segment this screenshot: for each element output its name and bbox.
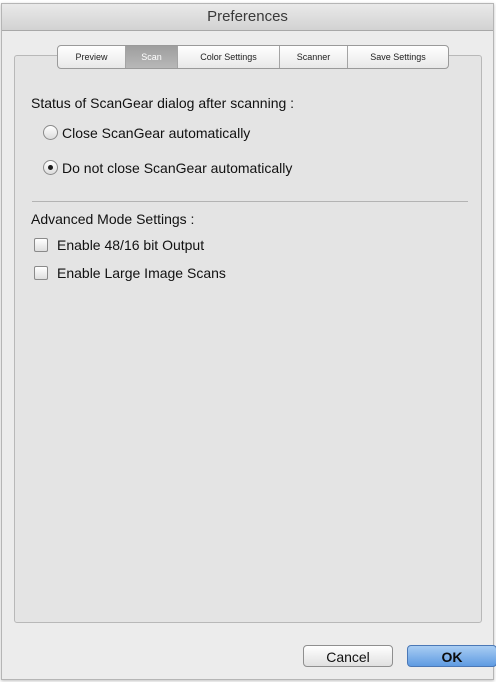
status-heading: Status of ScanGear dialog after scanning… (31, 95, 295, 111)
close-automatically-radio[interactable] (43, 125, 58, 140)
section-divider (32, 201, 468, 202)
enable-48-16-bit-label[interactable]: Enable 48/16 bit Output (57, 237, 204, 253)
preferences-window: Preferences Preview Scan Color Settings … (1, 3, 496, 680)
tab-color-settings[interactable]: Color Settings (178, 46, 280, 68)
do-not-close-radio[interactable] (43, 160, 58, 175)
ok-button[interactable]: OK (407, 645, 496, 667)
tab-save-settings[interactable]: Save Settings (348, 46, 448, 68)
enable-large-image-scans-checkbox[interactable] (34, 266, 48, 280)
enable-48-16-bit-checkbox[interactable] (34, 238, 48, 252)
advanced-heading: Advanced Mode Settings : (31, 211, 195, 227)
do-not-close-label[interactable]: Do not close ScanGear automatically (62, 160, 292, 176)
tab-bar: Preview Scan Color Settings Scanner Save… (57, 45, 449, 69)
window-title: Preferences (2, 4, 493, 31)
enable-large-image-scans-label[interactable]: Enable Large Image Scans (57, 265, 226, 281)
tab-scan[interactable]: Scan (126, 46, 178, 68)
close-automatically-label[interactable]: Close ScanGear automatically (62, 125, 250, 141)
tab-preview[interactable]: Preview (58, 46, 126, 68)
radio-selected-dot (48, 165, 53, 170)
cancel-button[interactable]: Cancel (303, 645, 393, 667)
tab-scanner[interactable]: Scanner (280, 46, 348, 68)
